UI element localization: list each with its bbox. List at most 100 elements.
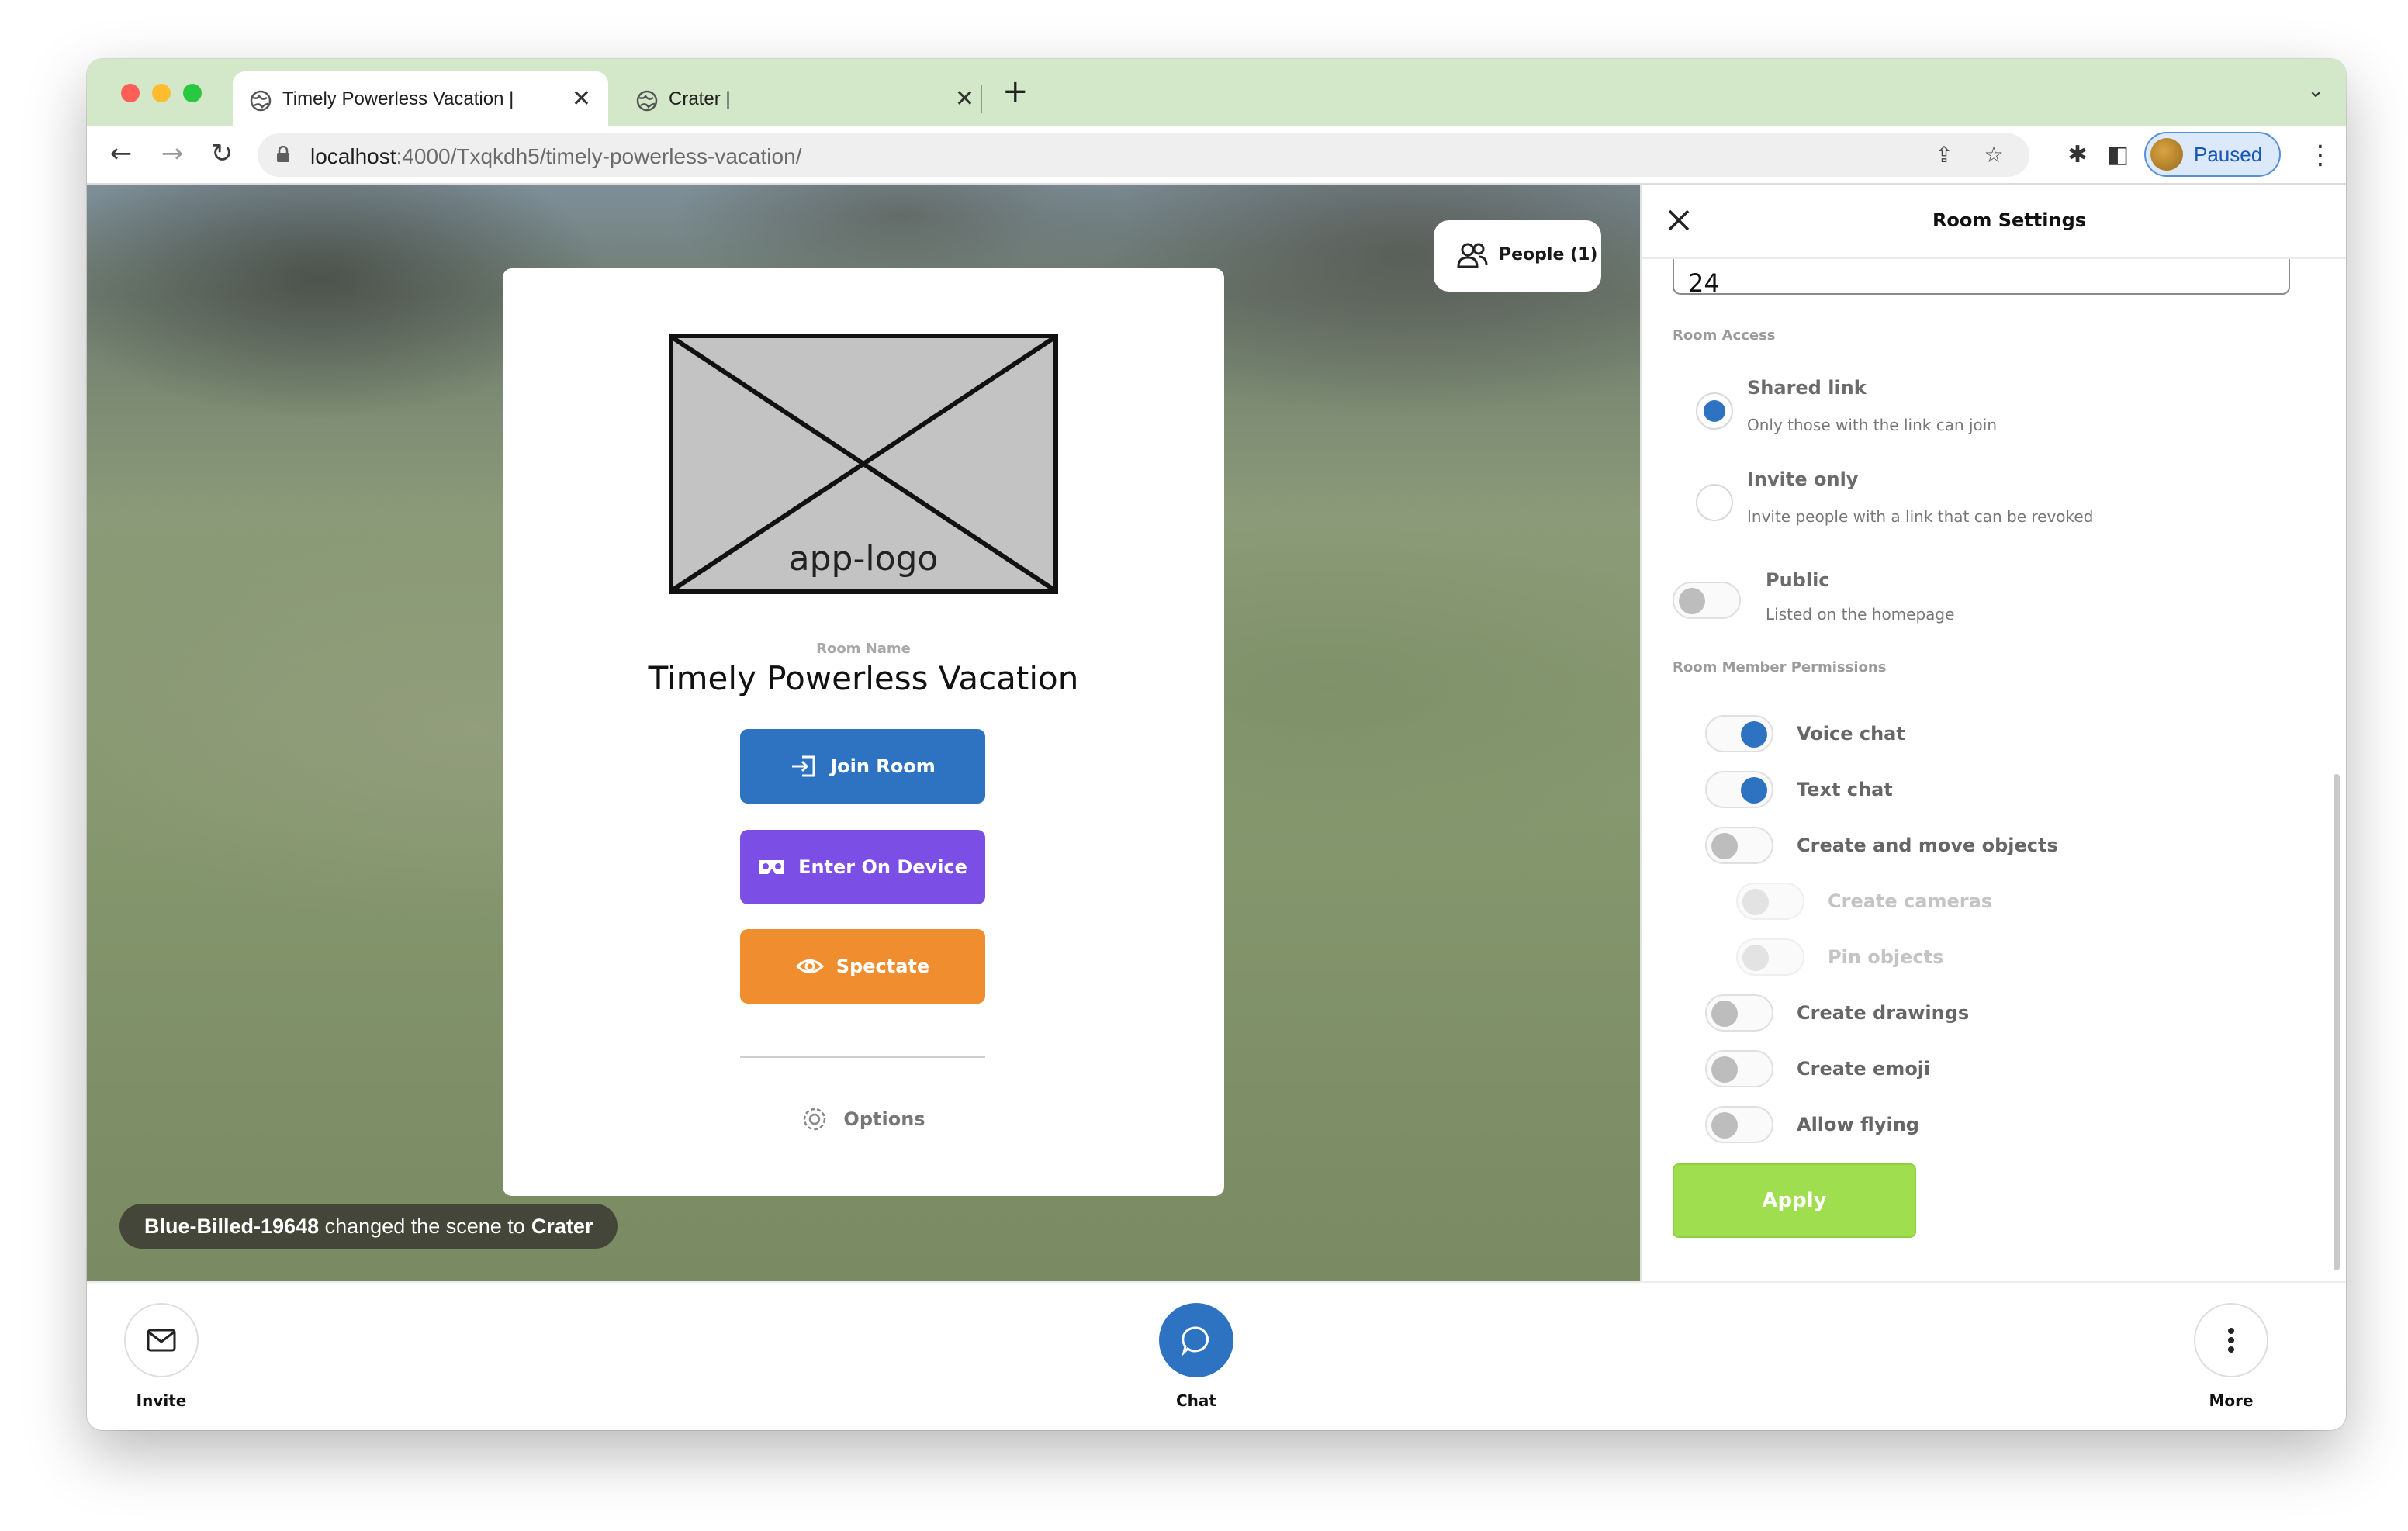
member-limit-value: 24 bbox=[1688, 268, 1720, 298]
apply-button[interactable]: Apply bbox=[1673, 1163, 1916, 1238]
invite-only-title: Invite only bbox=[1747, 468, 1859, 490]
browser-toolbar: ← → ↻ localhost:4000/Txqkdh5/timely-powe… bbox=[87, 126, 2346, 185]
app-logo-placeholder: app-logo bbox=[669, 334, 1058, 594]
profile-button[interactable]: Paused bbox=[2144, 132, 2281, 177]
panel-scrollbar[interactable] bbox=[2334, 774, 2340, 1270]
enter-on-device-label: Enter On Device bbox=[798, 856, 967, 878]
public-subtitle: Listed on the homepage bbox=[1766, 605, 1955, 624]
screenshot-stage: Timely Powerless Vacation | ✕ Crater | ✕… bbox=[0, 0, 2408, 1531]
people-icon bbox=[1457, 243, 1488, 268]
tab-title: Timely Powerless Vacation | bbox=[282, 88, 514, 109]
pin-objects-label: Pin objects bbox=[1828, 946, 1944, 968]
allow-flying-label: Allow flying bbox=[1797, 1114, 1919, 1135]
tab-search-chevron-icon[interactable]: ⌄ bbox=[2307, 79, 2324, 102]
enter-on-device-button[interactable]: Enter On Device bbox=[740, 830, 985, 904]
public-toggle[interactable] bbox=[1673, 582, 1741, 619]
eye-icon bbox=[795, 959, 824, 973]
shared-link-radio[interactable] bbox=[1696, 392, 1733, 430]
lock-icon bbox=[277, 146, 289, 162]
create-drawings-label: Create drawings bbox=[1797, 1002, 1970, 1024]
chat-bubble-icon bbox=[1182, 1326, 1209, 1356]
profile-status: Paused bbox=[2194, 143, 2263, 166]
address-bar[interactable]: localhost:4000/Txqkdh5/timely-powerless-… bbox=[258, 133, 2029, 177]
chat-button[interactable] bbox=[1159, 1303, 1233, 1377]
app-content: People (1) app-logo Room Name Timely Pow… bbox=[87, 185, 2346, 1430]
people-button-label: People (1) bbox=[1499, 245, 1598, 264]
card-divider bbox=[740, 1056, 985, 1058]
options-button[interactable]: Options bbox=[503, 1106, 1224, 1132]
toggle-knob bbox=[1711, 1001, 1738, 1027]
envelope-icon bbox=[147, 1329, 176, 1352]
browser-window: Timely Powerless Vacation | ✕ Crater | ✕… bbox=[87, 59, 2346, 1430]
enter-icon bbox=[792, 755, 815, 777]
room-name: Timely Powerless Vacation bbox=[648, 659, 1079, 697]
toggle-knob bbox=[1741, 777, 1767, 804]
spectate-button[interactable]: Spectate bbox=[740, 929, 985, 1004]
invite-button[interactable] bbox=[124, 1303, 199, 1377]
toggle-knob bbox=[1742, 945, 1769, 971]
more-button[interactable] bbox=[2194, 1303, 2268, 1377]
share-icon[interactable]: ⇪ bbox=[1932, 143, 1956, 168]
toggle-knob bbox=[1742, 889, 1769, 915]
toggle-knob bbox=[1711, 833, 1738, 859]
voice-chat-toggle[interactable] bbox=[1705, 715, 1773, 752]
window-minimize-button[interactable] bbox=[152, 84, 171, 102]
back-arrow-icon[interactable]: ← bbox=[106, 138, 137, 169]
toggle-knob bbox=[1711, 1056, 1738, 1083]
3d-scene-view[interactable]: People (1) app-logo Room Name Timely Pow… bbox=[87, 185, 1640, 1281]
create-emoji-toggle[interactable] bbox=[1705, 1050, 1773, 1087]
invite-label: Invite bbox=[136, 1391, 187, 1410]
browser-menu-icon[interactable]: ⋮ bbox=[2307, 140, 2334, 171]
toast-text: changed the scene to bbox=[324, 1214, 525, 1238]
new-tab-button[interactable]: + bbox=[1002, 76, 1029, 107]
window-close-button[interactable] bbox=[121, 84, 140, 102]
people-button[interactable]: People (1) bbox=[1434, 220, 1601, 292]
tab-close-icon[interactable]: ✕ bbox=[955, 85, 974, 112]
toast-scene: Crater bbox=[531, 1214, 593, 1238]
create-move-objects-label: Create and move objects bbox=[1797, 835, 2058, 856]
vr-headset-icon bbox=[759, 860, 785, 874]
text-chat-label: Text chat bbox=[1797, 779, 1893, 800]
create-cameras-toggle[interactable] bbox=[1736, 883, 1804, 920]
more-vertical-icon bbox=[2228, 1328, 2234, 1353]
shared-link-subtitle: Only those with the link can join bbox=[1747, 416, 1998, 434]
bottom-toolbar: Invite Chat More bbox=[87, 1281, 2346, 1430]
allow-flying-toggle[interactable] bbox=[1705, 1106, 1773, 1143]
invite-only-subtitle: Invite people with a link that can be re… bbox=[1747, 507, 2094, 526]
avatar bbox=[2150, 138, 2183, 171]
toast-user: Blue-Billed-19648 bbox=[144, 1214, 320, 1238]
create-cameras-label: Create cameras bbox=[1828, 890, 1993, 912]
globe-icon bbox=[250, 90, 272, 112]
more-label: More bbox=[2209, 1391, 2254, 1410]
panel-title: Room Settings bbox=[1932, 209, 2087, 231]
scene-change-notification: Blue-Billed-19648 changed the scene to Cr… bbox=[119, 1204, 618, 1249]
bookmark-star-icon[interactable]: ☆ bbox=[1981, 143, 2006, 168]
side-panel-icon[interactable]: ◧ bbox=[2104, 141, 2132, 169]
member-permissions-label: Room Member Permissions bbox=[1673, 659, 1887, 676]
window-zoom-button[interactable] bbox=[183, 84, 202, 102]
forward-arrow-icon[interactable]: → bbox=[157, 138, 188, 169]
chat-label: Chat bbox=[1176, 1391, 1216, 1410]
tab-crater[interactable]: Crater | ✕ bbox=[619, 71, 991, 126]
text-chat-toggle[interactable] bbox=[1705, 771, 1773, 808]
create-emoji-label: Create emoji bbox=[1797, 1058, 1931, 1080]
create-move-objects-toggle[interactable] bbox=[1705, 827, 1773, 864]
room-entry-card: app-logo Room Name Timely Powerless Vaca… bbox=[503, 268, 1224, 1196]
gear-icon bbox=[804, 1108, 826, 1131]
room-settings-panel: 24 Room Settings Room Access Shared link… bbox=[1640, 185, 2346, 1281]
tab-timely-powerless-vacation[interactable]: Timely Powerless Vacation | ✕ bbox=[233, 71, 608, 126]
create-drawings-toggle[interactable] bbox=[1705, 994, 1773, 1032]
toggle-knob bbox=[1679, 588, 1705, 614]
voice-chat-label: Voice chat bbox=[1797, 723, 1905, 745]
invite-only-radio[interactable] bbox=[1696, 484, 1733, 521]
room-name-label: Room Name bbox=[816, 641, 911, 657]
options-label: Options bbox=[843, 1108, 925, 1130]
logo-text: app-logo bbox=[788, 539, 939, 579]
url-text: localhost:4000/Txqkdh5/timely-powerless-… bbox=[310, 144, 802, 168]
tab-close-icon[interactable]: ✕ bbox=[572, 85, 591, 112]
spectate-label: Spectate bbox=[836, 956, 930, 977]
join-room-button[interactable]: Join Room bbox=[740, 729, 985, 804]
reload-icon[interactable]: ↻ bbox=[206, 138, 237, 169]
extensions-puzzle-icon[interactable]: ✱ bbox=[2064, 141, 2091, 169]
pin-objects-toggle[interactable] bbox=[1736, 938, 1804, 976]
